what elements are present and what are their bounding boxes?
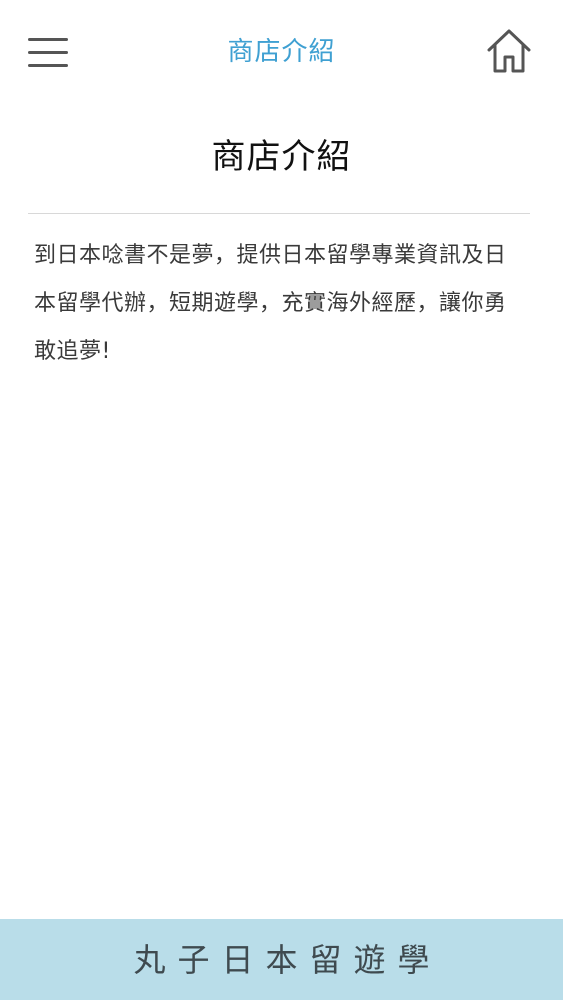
main-content: 商店介紹 到日本唸書不是夢，提供日本留學專業資訊及日本留學代辦，短期遊學，充實海… [0,104,563,919]
header-title: 商店介紹 [227,37,336,67]
footer-brand-name: 丸子日本留遊學 [133,941,442,979]
page-title: 商店介紹 [211,137,352,177]
title-divider [28,213,530,214]
home-icon [487,29,531,73]
app-screen: 商店介紹 商店介紹 到日本唸書不是夢，提供日本留學專業資訊及日本留學代辦，短期遊… [0,0,563,1000]
home-button[interactable] [484,26,534,76]
shop-description: 到日本唸書不是夢，提供日本留學專業資訊及日本留學代辦，短期遊學，充實海外經歷，讓… [34,243,507,364]
top-bar: 商店介紹 [0,0,563,104]
footer-brand-bar: 丸子日本留遊學 [0,919,563,1000]
